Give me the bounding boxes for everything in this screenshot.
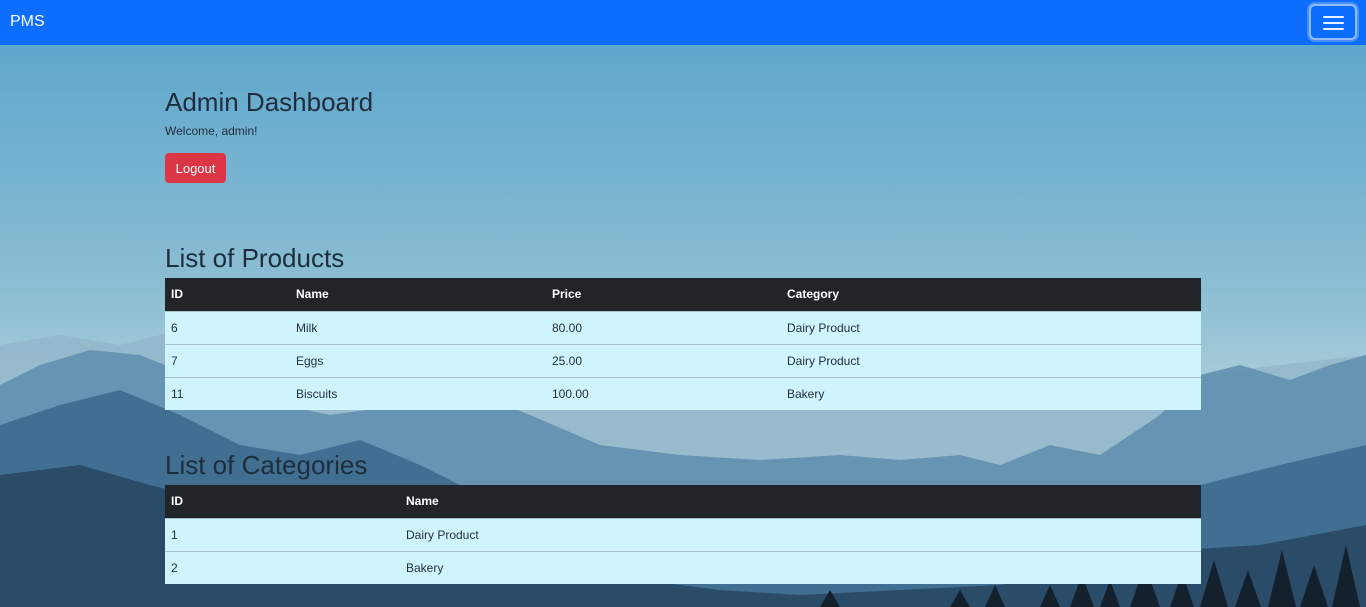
product-category: Dairy Product [781,310,1201,344]
product-id: 6 [165,310,290,344]
categories-section-title: List of Categories [165,450,368,480]
menu-icon-bar [1323,22,1344,24]
categories-table: ID Name 1 Dairy Product 2 Bakery [165,485,1201,584]
column-header-price: Price [546,278,781,311]
welcome-message: Welcome, admin! [165,124,258,138]
table-header-row: ID Name Price Category [165,278,1201,311]
column-header-name: Name [290,278,546,311]
product-name: Eggs [290,343,546,377]
column-header-id: ID [165,485,400,518]
brand-link[interactable]: PMS [10,13,45,31]
category-name: Dairy Product [400,517,1201,551]
product-name: Biscuits [290,376,546,410]
product-price: 80.00 [546,310,781,344]
menu-icon [1323,16,1344,18]
table-row: 1 Dairy Product [165,517,1201,551]
page-title: Admin Dashboard [165,87,374,117]
products-section-title: List of Products [165,243,345,273]
product-price: 100.00 [546,376,781,410]
table-row: 2 Bakery [165,550,1201,584]
product-id: 11 [165,376,290,410]
table-row: 11 Biscuits 100.00 Bakery [165,376,1201,410]
table-header-row: ID Name [165,485,1201,518]
column-header-name: Name [400,485,1201,518]
product-price: 25.00 [546,343,781,377]
product-category: Bakery [781,376,1201,410]
category-name: Bakery [400,550,1201,584]
logout-button[interactable]: Logout [165,153,226,183]
menu-icon-bar [1323,28,1344,30]
products-table: ID Name Price Category 6 Milk 80.00 Dair… [165,278,1201,410]
category-id: 2 [165,550,400,584]
table-row: 7 Eggs 25.00 Dairy Product [165,343,1201,377]
navbar: PMS [0,0,1366,45]
product-name: Milk [290,310,546,344]
column-header-id: ID [165,278,290,311]
category-id: 1 [165,517,400,551]
product-id: 7 [165,343,290,377]
product-category: Dairy Product [781,343,1201,377]
navbar-toggle-button[interactable] [1309,4,1357,40]
table-row: 6 Milk 80.00 Dairy Product [165,310,1201,344]
column-header-category: Category [781,278,1201,311]
